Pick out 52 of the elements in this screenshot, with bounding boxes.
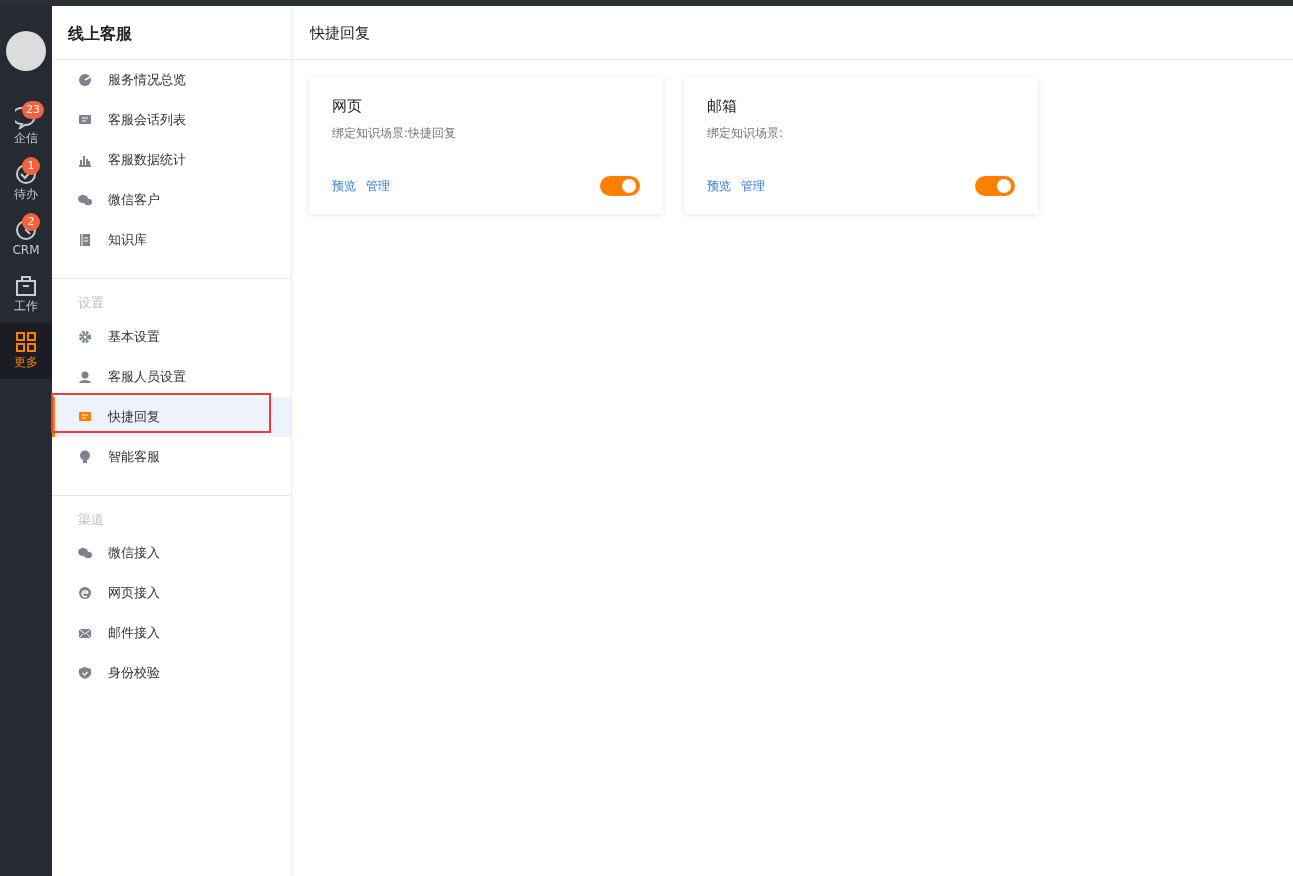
- rail-nav-item[interactable]: 更多: [0, 323, 52, 379]
- section-heading: 渠道: [77, 510, 105, 529]
- chat-bubbles-icon: [78, 193, 92, 207]
- chat-bubble-icon: [15, 107, 37, 129]
- page-title: 快捷回复: [292, 6, 1293, 60]
- person-icon: [78, 369, 92, 384]
- lightbulb-icon: [78, 449, 92, 464]
- message-icon: [78, 113, 92, 127]
- menu-item[interactable]: 基本设置: [52, 316, 291, 357]
- scene-text: 绑定知识场景:快捷回复: [332, 124, 458, 142]
- book-icon: [78, 233, 92, 247]
- pie-chart-icon: [78, 73, 92, 87]
- card-title: 邮箱: [707, 96, 738, 117]
- envelope-icon: [78, 626, 92, 640]
- menu-item[interactable]: 网页接入: [52, 573, 291, 613]
- menu-item[interactable]: 微信客户: [52, 180, 291, 220]
- unread-count-badge: 2: [22, 213, 40, 231]
- rail-nav-item[interactable]: 工作: [0, 267, 52, 323]
- rail-nav-item[interactable]: CRM 2: [0, 211, 52, 267]
- menu-item[interactable]: 客服数据统计: [52, 140, 291, 180]
- menu-item[interactable]: 邮件接入: [52, 613, 291, 653]
- rail-nav-item[interactable]: 企信 23: [0, 99, 52, 155]
- panel-title: 线上客服: [52, 6, 291, 60]
- scene-text: 绑定知识场景:: [707, 124, 785, 142]
- card-link[interactable]: 管理: [366, 179, 390, 194]
- menu-item[interactable]: 微信接入: [52, 533, 291, 573]
- rail-nav-item[interactable]: 待办 1: [0, 155, 52, 211]
- menu-item[interactable]: 客服人员设置: [52, 356, 291, 397]
- menu-item[interactable]: 快捷回复: [52, 396, 291, 437]
- grid-icon: [15, 331, 37, 353]
- menu-item[interactable]: 身份校验: [52, 653, 291, 693]
- card-link[interactable]: 管理: [741, 179, 765, 194]
- bar-chart-icon: [78, 153, 92, 167]
- card-link[interactable]: 预览: [707, 179, 731, 194]
- chat-bubbles-icon: [78, 546, 92, 560]
- toggle-switch[interactable]: [975, 176, 1015, 196]
- unread-count-badge: 1: [22, 157, 40, 175]
- message-icon: [78, 409, 92, 424]
- menu-item[interactable]: 客服会话列表: [52, 100, 291, 140]
- unread-count-badge: 23: [22, 101, 44, 119]
- briefcase-icon: [15, 275, 37, 297]
- card-link[interactable]: 预览: [332, 179, 356, 194]
- settings-icon: [78, 329, 92, 344]
- browser-e-icon: [78, 586, 92, 600]
- menu-item[interactable]: 智能客服: [52, 436, 291, 477]
- toggle-switch[interactable]: [600, 176, 640, 196]
- card-title: 网页: [332, 96, 363, 117]
- menu-item[interactable]: 知识库: [52, 220, 291, 260]
- avatar[interactable]: [6, 31, 46, 71]
- shield-icon: [78, 666, 92, 680]
- menu-item[interactable]: 服务情况总览: [52, 60, 291, 100]
- section-heading: 设置: [77, 294, 105, 312]
